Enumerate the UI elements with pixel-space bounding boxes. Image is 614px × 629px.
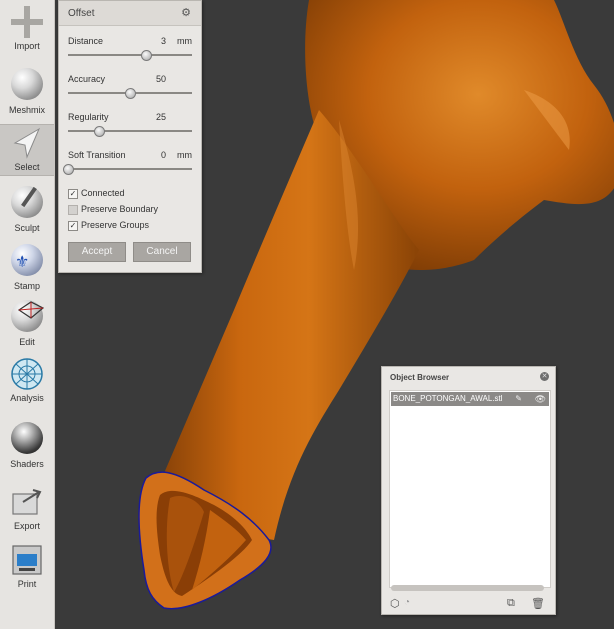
soft-transition-slider-track[interactable] <box>68 168 192 170</box>
trash-icon[interactable]: 🗑 <box>531 597 545 610</box>
checkbox-box[interactable]: ✓ <box>68 221 78 231</box>
horizontal-scrollbar[interactable] <box>391 585 544 591</box>
distance-param: Distance 3 mm <box>68 36 192 66</box>
checkbox-box[interactable] <box>68 205 78 215</box>
shaders-icon <box>9 422 45 458</box>
param-value[interactable]: 0 <box>161 150 166 160</box>
regularity-slider-handle[interactable] <box>94 126 105 137</box>
accuracy-slider-handle[interactable] <box>125 88 136 99</box>
cube-icon[interactable]: ⬡ <box>390 597 400 610</box>
toolbar-item-shaders[interactable]: Shaders <box>0 420 54 469</box>
sculpt-brush-icon <box>9 186 45 222</box>
toolbar-item-import[interactable]: Import <box>0 4 54 51</box>
param-value[interactable]: 3 <box>161 36 166 46</box>
main-toolbar: Import Meshmix Select Sculpt ⚜ Stamp Edi… <box>0 0 55 629</box>
toolbar-item-analysis[interactable]: Analysis <box>0 356 54 403</box>
toolbar-item-edit[interactable]: Edit <box>0 298 54 347</box>
toolbar-label: Edit <box>19 337 35 347</box>
regularity-slider-track[interactable] <box>68 130 192 132</box>
object-browser-header[interactable]: Object Browser ✕ <box>382 367 555 389</box>
close-icon[interactable]: ✕ <box>540 372 549 381</box>
param-label: Accuracy <box>68 74 106 84</box>
soft-transition-param: Soft Transition 0 mm <box>63 150 192 180</box>
plus-icon <box>9 4 45 40</box>
pencil-icon[interactable]: ✎ <box>515 392 522 406</box>
print-icon <box>9 542 45 578</box>
param-unit: mm <box>177 150 192 160</box>
toolbar-label: Meshmix <box>8 105 45 115</box>
toolbar-label: Select <box>14 162 40 172</box>
toolbar-item-sculpt[interactable]: Sculpt <box>0 184 54 233</box>
cancel-button[interactable]: Cancel <box>133 242 191 262</box>
toolbar-label: Stamp <box>13 281 40 291</box>
regularity-param: Regularity 25 <box>68 112 192 142</box>
duplicate-icon[interactable]: ⧉ <box>507 597 515 610</box>
param-value[interactable]: 50 <box>156 74 166 84</box>
eye-icon[interactable]: 👁 <box>535 392 546 406</box>
toolbar-item-stamp[interactable]: ⚜ Stamp <box>0 242 54 291</box>
stamp-icon: ⚜ <box>9 244 45 280</box>
param-value[interactable]: 25 <box>156 112 166 122</box>
offset-panel: Offset ⚙ Distance 3 mm Accuracy 50 Regul… <box>58 0 202 273</box>
soft-transition-slider-handle[interactable] <box>63 164 74 175</box>
checkbox-label: Connected <box>81 188 125 198</box>
export-icon <box>9 484 45 520</box>
object-browser-panel: Object Browser ✕ BONE_POTONGAN_AWAL.stl … <box>381 366 556 615</box>
object-name: BONE_POTONGAN_AWAL.stl <box>393 394 503 403</box>
edit-icon <box>9 300 45 336</box>
param-label: Distance <box>68 36 104 46</box>
distance-slider-track[interactable] <box>68 54 192 56</box>
analysis-icon <box>9 356 45 392</box>
accuracy-param: Accuracy 50 <box>68 74 192 104</box>
toolbar-label: Import <box>14 41 40 51</box>
checkbox-box[interactable]: ✓ <box>68 189 78 199</box>
toolbar-item-meshmix[interactable]: Meshmix <box>0 66 54 115</box>
meshmix-icon <box>9 68 45 104</box>
toolbar-item-export[interactable]: Export <box>0 484 54 531</box>
distance-slider-handle[interactable] <box>141 50 153 61</box>
checkbox-label: Preserve Boundary <box>81 204 159 214</box>
toolbar-item-select[interactable]: Select <box>0 124 54 176</box>
param-unit: mm <box>177 36 192 46</box>
object-list: BONE_POTONGAN_AWAL.stl ✎ 👁 <box>389 390 551 588</box>
toolbar-item-print[interactable]: Print <box>0 542 54 589</box>
list-item[interactable]: BONE_POTONGAN_AWAL.stl ✎ 👁 <box>391 392 549 406</box>
accept-button[interactable]: Accept <box>68 242 126 262</box>
toolbar-label: Export <box>13 521 40 531</box>
toolbar-label: Analysis <box>10 393 44 403</box>
panel-title: Object Browser <box>390 373 450 382</box>
offset-panel-header[interactable]: Offset ⚙ <box>59 1 201 26</box>
gear-icon[interactable]: ⚙ <box>181 6 191 19</box>
param-label: Soft Transition <box>68 150 126 160</box>
checkbox-label: Preserve Groups <box>81 220 150 230</box>
toolbar-label: Print <box>17 579 37 589</box>
param-label: Regularity <box>68 112 109 122</box>
select-arrow-icon <box>9 125 45 161</box>
panel-title: Offset <box>68 8 95 19</box>
pie-icon[interactable]: ◔ <box>404 597 410 608</box>
toolbar-label: Sculpt <box>14 223 40 233</box>
toolbar-label: Shaders <box>10 459 44 469</box>
